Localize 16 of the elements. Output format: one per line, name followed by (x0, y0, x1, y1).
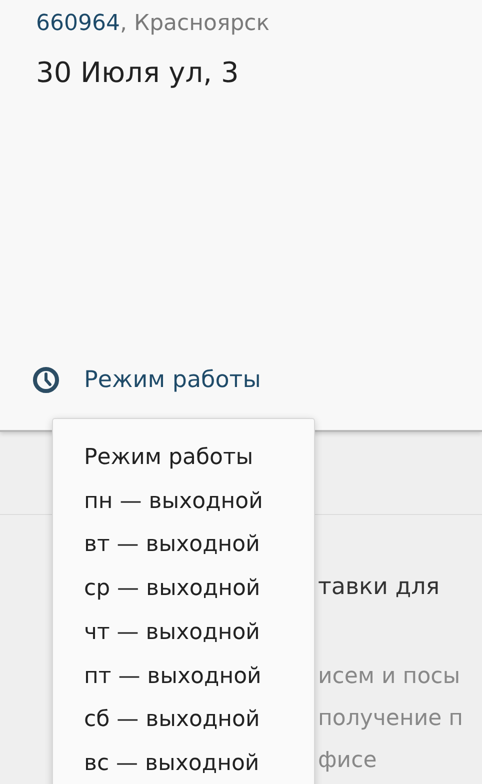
hours-entry: пн — выходной (84, 488, 264, 516)
clock-icon (32, 366, 60, 394)
description-text: исем и посы (318, 663, 462, 691)
description-text: получение п (318, 705, 464, 733)
hours-entry: чт — выходной (84, 618, 261, 647)
hours-entry: ср — выходной (84, 575, 262, 604)
hours-link[interactable]: Режим работы (84, 365, 261, 395)
postcode-city: 660964, Красноярск (36, 10, 271, 38)
hours-entry: Режим работы (84, 444, 254, 472)
section-heading: тавки для (318, 573, 441, 602)
hours-entry: пт — выходной (84, 662, 262, 691)
hours-entry: вс — выходной (84, 750, 260, 778)
description-text: фисе (318, 747, 378, 775)
office-address: 30 Июля ул, 3 (36, 55, 240, 91)
hours-entry: сб — выходной (84, 706, 261, 734)
hours-entry: вт — выходной (84, 531, 261, 560)
